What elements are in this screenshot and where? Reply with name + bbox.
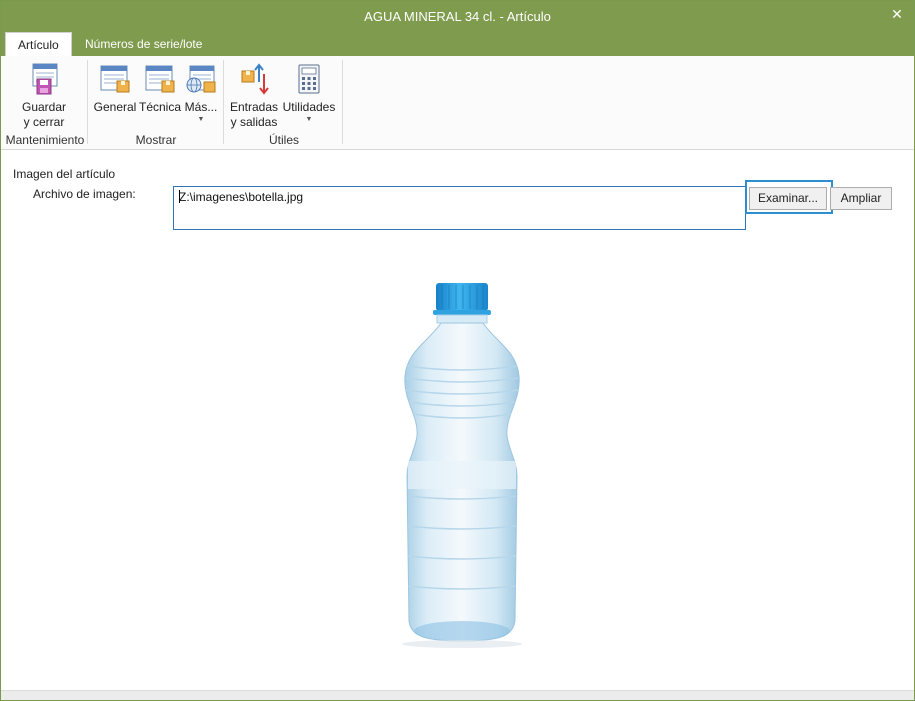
title-bar: AGUA MINERAL 34 cl. - Artículo ✕ xyxy=(1,1,914,32)
calculator-icon xyxy=(298,64,320,94)
chevron-down-icon: ▼ xyxy=(305,116,313,123)
general-label: General xyxy=(93,100,137,114)
ribbon-separator xyxy=(223,60,224,144)
general-button[interactable]: General xyxy=(93,62,137,115)
ribbon-separator xyxy=(87,60,88,144)
window-title: AGUA MINERAL 34 cl. - Artículo xyxy=(364,9,551,24)
tab-numeros-serie-lote[interactable]: Números de serie/lote xyxy=(73,32,214,56)
tab-strip: Artículo Números de serie/lote xyxy=(1,32,914,56)
ribbon-separator xyxy=(342,60,343,144)
status-bar xyxy=(1,690,914,700)
product-image xyxy=(402,283,522,648)
image-file-input[interactable]: Z:\imagenes\botella.jpg xyxy=(173,186,746,230)
utilidades-button[interactable]: Utilidades ▼ xyxy=(281,62,337,124)
tecnica-button[interactable]: Técnica xyxy=(139,62,181,115)
browse-button[interactable]: Examinar... xyxy=(749,187,827,210)
save-and-close-button[interactable]: Guardar y cerrar xyxy=(17,62,71,130)
tab-articulo[interactable]: Artículo xyxy=(5,32,72,56)
technical-view-icon xyxy=(145,65,175,93)
image-file-value: Z:\imagenes\botella.jpg xyxy=(179,190,304,204)
group-label-mostrar: Mostrar xyxy=(135,133,177,147)
group-label-utiles: Útiles xyxy=(268,133,299,147)
chevron-down-icon: ▼ xyxy=(197,116,205,123)
image-file-label: Archivo de imagen: xyxy=(33,187,136,201)
stock-in-out-icon xyxy=(241,63,269,95)
save-label-line2: y cerrar xyxy=(23,115,65,129)
general-view-icon xyxy=(100,65,130,93)
mas-button[interactable]: Más... ▼ xyxy=(183,62,219,124)
section-title: Imagen del artículo xyxy=(13,167,116,181)
utilidades-label: Utilidades xyxy=(282,100,336,114)
entradas-salidas-button[interactable]: Entradas y salidas xyxy=(229,62,279,130)
save-document-icon xyxy=(32,63,58,95)
group-label-mantenimiento: Mantenimiento xyxy=(5,133,85,147)
entradas-label-line2: y salidas xyxy=(230,115,278,129)
ribbon: Guardar y cerrar Mantenimiento General T… xyxy=(1,56,914,150)
mas-label: Más... xyxy=(184,100,218,114)
tecnica-label: Técnica xyxy=(139,100,182,114)
save-label-line1: Guardar xyxy=(21,100,67,114)
article-window: AGUA MINERAL 34 cl. - Artículo ✕ Artícul… xyxy=(0,0,915,701)
more-views-icon xyxy=(186,65,216,93)
entradas-label-line1: Entradas xyxy=(229,100,279,114)
zoom-button[interactable]: Ampliar xyxy=(830,187,892,210)
close-icon[interactable]: ✕ xyxy=(886,4,908,26)
